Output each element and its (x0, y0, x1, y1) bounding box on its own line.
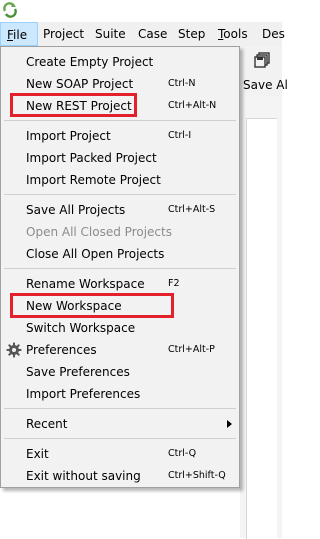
menu-separator (4, 268, 236, 269)
menu-item-label: Exit without saving (26, 469, 141, 483)
submenu-arrow-icon (227, 420, 232, 428)
menu-separator (4, 408, 236, 409)
app-logo-icon (3, 2, 17, 18)
menu-design-label: Des (262, 27, 285, 41)
menu-case[interactable]: Case (138, 22, 167, 46)
menu-item-switch-workspace[interactable]: Switch Workspace (1, 317, 239, 339)
menu-item-label: Preferences (26, 343, 97, 357)
menu-item-label: Save Preferences (26, 365, 130, 379)
menu-file-label-rest: ile (13, 28, 28, 42)
menu-separator (4, 438, 236, 439)
background-editor-area (246, 118, 277, 539)
title-bar (0, 0, 282, 22)
menu-item-label: Create Empty Project (26, 55, 154, 69)
menu-item-exit-without-saving[interactable]: Exit without saving Ctrl+Shift-Q (1, 465, 239, 487)
menu-item-label: Import Project (26, 129, 111, 143)
menu-item-label: Close All Open Projects (26, 247, 165, 261)
menu-separator (4, 194, 236, 195)
menu-design[interactable]: Des (262, 22, 285, 46)
menu-item-label: Import Remote Project (26, 173, 161, 187)
menu-project-label: Project (43, 27, 85, 41)
menu-item-new-soap-project[interactable]: New SOAP Project Ctrl-N (1, 73, 239, 95)
menu-item-create-empty-project[interactable]: Create Empty Project (1, 51, 239, 73)
file-menu-dropdown: Create Empty Project New SOAP Project Ct… (0, 46, 240, 488)
menu-item-import-packed-project[interactable]: Import Packed Project (1, 147, 239, 169)
menu-item-label: New SOAP Project (26, 77, 134, 91)
menu-item-label: Rename Workspace (26, 277, 145, 291)
menu-item-shortcut: Ctrl+Shift-Q (168, 470, 226, 481)
menu-file[interactable]: File (0, 22, 38, 46)
menu-item-close-all-open-projects[interactable]: Close All Open Projects (1, 243, 239, 265)
menu-item-shortcut: Ctrl+Alt-N (168, 100, 217, 111)
menu-item-label: Recent (26, 417, 68, 431)
menu-item-label: Open All Closed Projects (26, 225, 172, 239)
save-all-icon[interactable] (254, 52, 270, 68)
menu-item-label: Exit (26, 447, 49, 461)
menu-separator (4, 120, 236, 121)
menu-item-shortcut: Ctrl+Alt-P (168, 344, 215, 355)
menu-item-rename-workspace[interactable]: Rename Workspace F2 (1, 273, 239, 295)
menu-tools-label-rest: ools (223, 27, 248, 41)
menu-suite-label: Suite (95, 27, 126, 41)
menu-item-label: Switch Workspace (26, 321, 136, 335)
menu-item-shortcut: Ctrl-N (168, 78, 196, 89)
menu-tools[interactable]: Tools (218, 22, 248, 46)
menu-suite[interactable]: Suite (95, 22, 126, 46)
highlight-box-new-workspace (10, 293, 174, 318)
menu-item-save-all-projects[interactable]: Save All Projects Ctrl+Alt-S (1, 199, 239, 221)
menu-item-import-project[interactable]: Import Project Ctrl-I (1, 125, 239, 147)
menu-item-preferences[interactable]: Preferences Ctrl+Alt-P (1, 339, 239, 361)
menu-item-label: Save All Projects (26, 203, 126, 217)
menu-item-shortcut: Ctrl+Alt-S (168, 204, 216, 215)
save-all-button-label[interactable]: Save Al (243, 78, 288, 92)
menu-item-save-preferences[interactable]: Save Preferences (1, 361, 239, 383)
menu-item-exit[interactable]: Exit Ctrl-Q (1, 443, 239, 465)
menu-item-shortcut: Ctrl-I (168, 130, 192, 141)
menu-step[interactable]: Step (178, 22, 205, 46)
gear-icon (6, 342, 22, 358)
menu-item-recent[interactable]: Recent (1, 413, 239, 435)
background-workspace (0, 490, 240, 538)
menu-project[interactable]: Project (43, 22, 84, 46)
highlight-box-new-rest-project (10, 93, 137, 117)
menu-item-shortcut: F2 (168, 278, 180, 289)
menu-item-shortcut: Ctrl-Q (168, 448, 197, 459)
menu-item-label: Import Packed Project (26, 151, 157, 165)
menu-item-open-all-closed-projects[interactable]: Open All Closed Projects (1, 221, 239, 243)
menu-item-import-preferences[interactable]: Import Preferences (1, 383, 239, 405)
menu-bar: File Project Suite Case Step Tools Des (0, 22, 285, 47)
menu-step-label: Step (178, 27, 206, 41)
menu-item-label: Import Preferences (26, 387, 141, 401)
menu-item-import-remote-project[interactable]: Import Remote Project (1, 169, 239, 191)
menu-case-label: Case (138, 27, 168, 41)
